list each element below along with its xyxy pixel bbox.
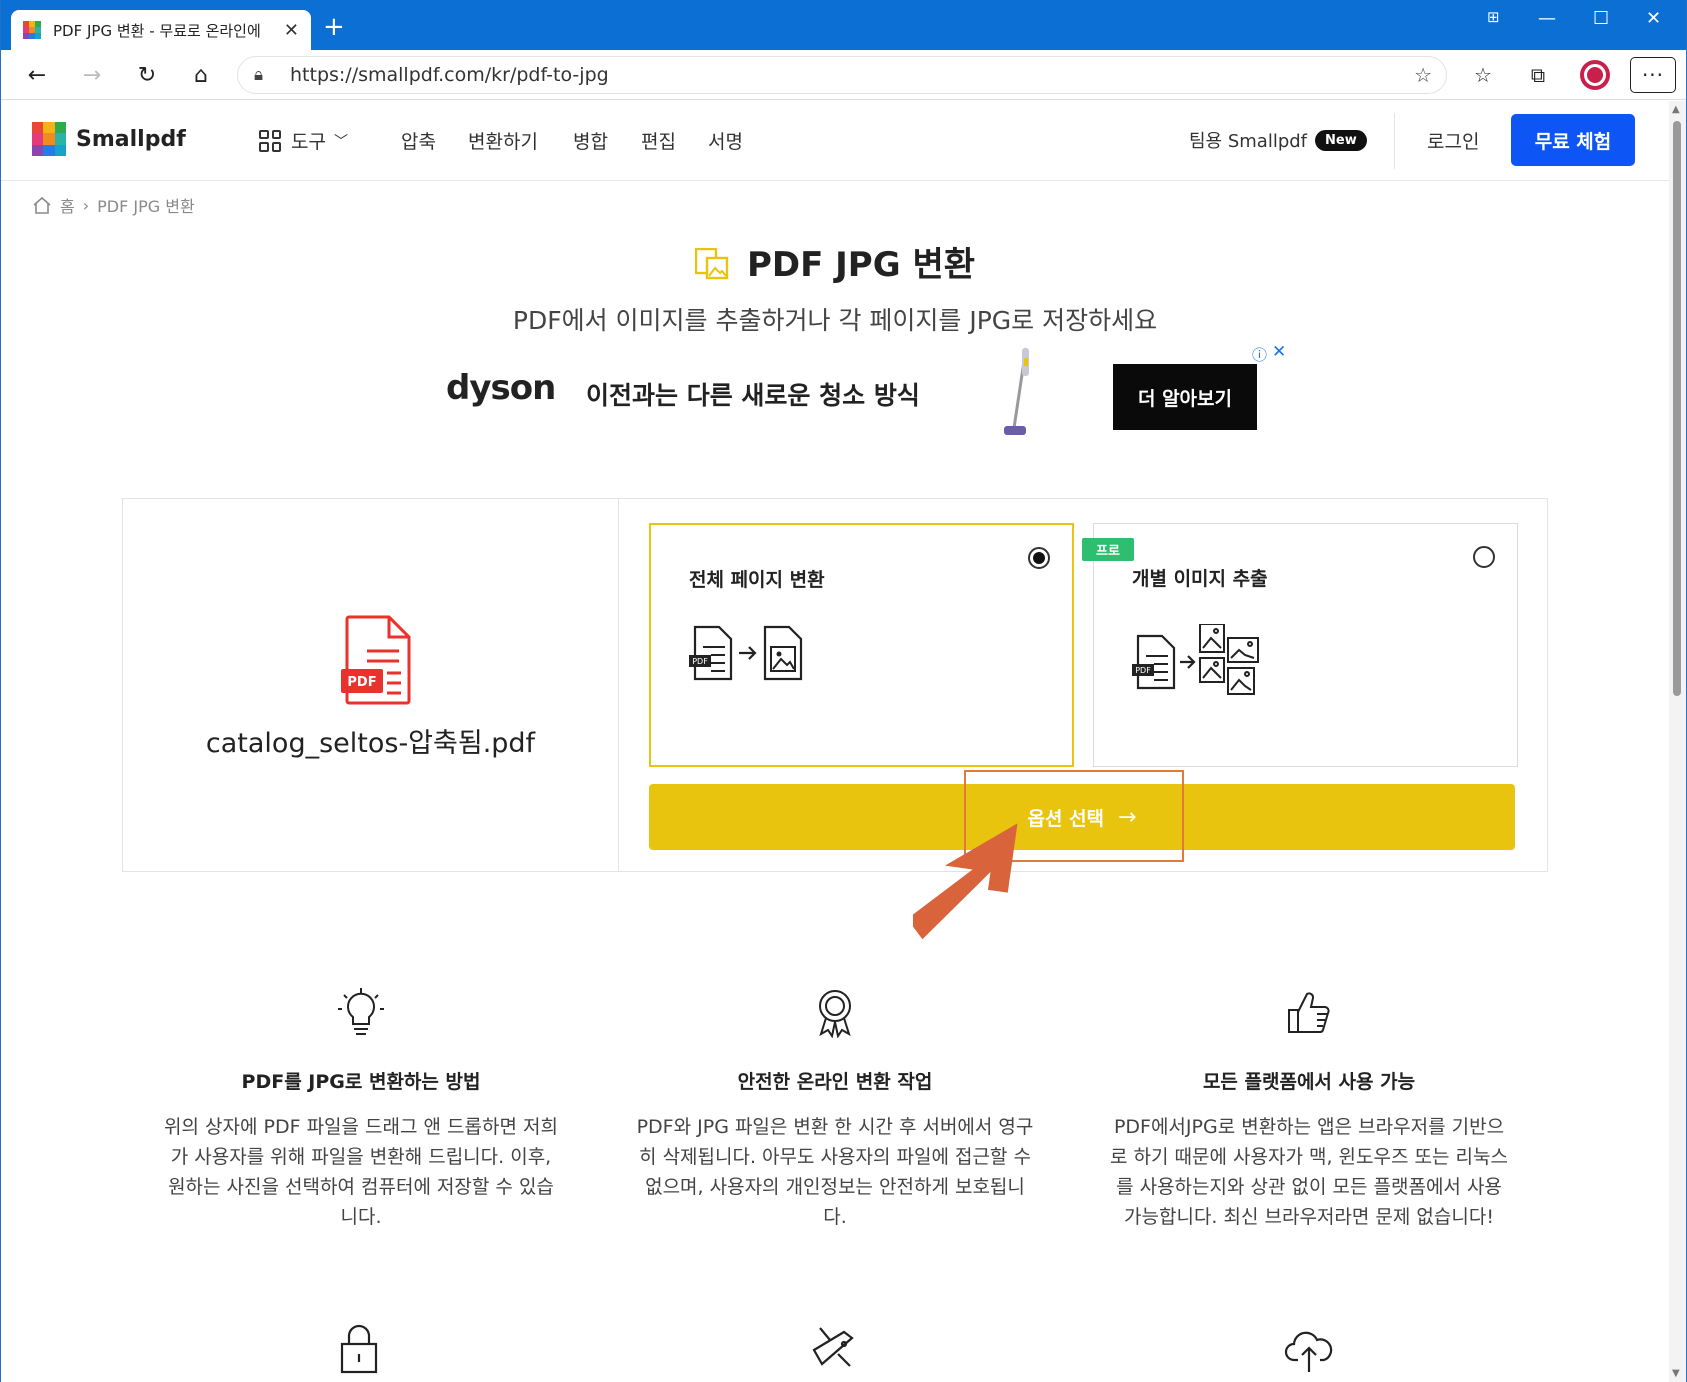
swiss-knife-icon	[812, 1327, 854, 1367]
feature-title: 모든 플랫폼에서 사용 가능	[1202, 1071, 1416, 1093]
more-menu-icon[interactable]: ···	[1630, 57, 1676, 93]
nav-convert[interactable]: 변환하기	[468, 127, 538, 154]
minimize-icon[interactable]: —	[1538, 8, 1556, 29]
page-title: PDF JPG 변환	[1, 237, 1669, 286]
feature-title: PDF를 JPG로 변환하는 방법	[241, 1071, 481, 1093]
logo-mark-icon	[32, 122, 66, 156]
feature-text: PDF에서JPG로 변환하는 앱은 브라우저를 기반으로 하기 때문에 사용자가…	[1110, 1116, 1508, 1228]
ad-info-icon[interactable]: ⓘ	[1252, 344, 1267, 365]
maximize-icon[interactable]: ☐	[1593, 8, 1609, 29]
browser-window: PDF JPG 변환 - 무료로 온라인에 ✕ + ⊞ — ☐ ✕ ← → ↻ …	[0, 0, 1687, 1382]
new-badge: New	[1315, 129, 1367, 151]
pdf-to-image-icon	[694, 248, 729, 280]
tools-label: 도구	[291, 131, 326, 153]
uploaded-filename: catalog_seltos-압축됨.pdf	[205, 728, 536, 759]
collections-icon[interactable]: ⧉	[1522, 60, 1554, 90]
address-bar[interactable]: 🔒︎ https://smallpdf.com/kr/pdf-to-jpg ☆	[237, 56, 1447, 94]
ad-learn-more-button[interactable]: 더 알아보기	[1113, 364, 1257, 430]
panel-divider	[618, 499, 619, 871]
home-icon[interactable]: ⌂	[185, 60, 217, 90]
site-header: Smallpdf 도구 ﹀ 압축 변환하기 병합 편집 서명 팀용 Smallp…	[1, 101, 1669, 181]
breadcrumb-home[interactable]: 홈	[60, 193, 75, 217]
option-radio-selected[interactable]	[1028, 547, 1050, 569]
page-subtitle: PDF에서 이미지를 추출하거나 각 페이지를 JPG로 저장하세요	[512, 306, 1158, 335]
breadcrumb-current: PDF JPG 변환	[97, 197, 195, 216]
add-favorite-icon[interactable]: ☆	[1414, 63, 1432, 87]
award-icon	[819, 990, 851, 1038]
option-convert-all-pages[interactable]: 전체 페이지 변환 PDF	[649, 523, 1074, 767]
forward-icon[interactable]: →	[76, 60, 108, 90]
cloud-upload-icon	[1284, 1331, 1333, 1372]
feature-platforms: 모든 플랫폼에서 사용 가능 PDF에서JPG로 변환하는 앱은 브라우저를 기…	[1109, 987, 1509, 1232]
feature-how-to: PDF를 JPG로 변환하는 방법 위의 상자에 PDF 파일을 드래그 앤 드…	[161, 987, 561, 1232]
nav-edit[interactable]: 편집	[641, 127, 676, 154]
vacuum-product-image	[1004, 347, 1029, 435]
tab-actions-icon[interactable]: ⊞	[1487, 8, 1500, 26]
converter-panel: PDF catalog_seltos-압축됨.pdf 전체 페이지 변환 PDF	[122, 498, 1548, 872]
lightbulb-icon	[338, 988, 384, 1035]
thumbs-up-icon	[1288, 992, 1330, 1033]
favorites-icon[interactable]: ☆	[1467, 60, 1499, 90]
pdf-badge-label: PDF	[347, 675, 376, 690]
url-text: https://smallpdf.com/kr/pdf-to-jpg	[290, 64, 609, 86]
grid-icon	[259, 129, 281, 152]
scrollbar-thumb[interactable]	[1673, 121, 1681, 696]
back-icon[interactable]: ←	[21, 60, 53, 90]
header-divider	[1394, 113, 1395, 169]
page-scrollbar[interactable]: ▲ ▼	[1668, 101, 1686, 1382]
feature-title: 안전한 온라인 변환 작업	[737, 1071, 933, 1093]
nav-compress[interactable]: 압축	[401, 127, 436, 154]
smallpdf-logo[interactable]: Smallpdf	[32, 122, 186, 156]
pdf-file-icon: PDF	[341, 615, 411, 705]
title-bar: PDF JPG 변환 - 무료로 온라인에 ✕ + ⊞ — ☐ ✕	[1, 0, 1686, 50]
lock-icon[interactable]: 🔒︎	[254, 65, 263, 85]
team-link[interactable]: 팀용 Smallpdf New	[1189, 127, 1367, 153]
login-link[interactable]: 로그인	[1427, 127, 1479, 154]
nav-sign[interactable]: 서명	[708, 127, 743, 154]
logo-text: Smallpdf	[76, 126, 186, 152]
feature-text: 위의 상자에 PDF 파일을 드래그 앤 드롭하면 저희가 사용자를 위해 파일…	[164, 1116, 558, 1228]
tab-close-icon[interactable]: ✕	[284, 20, 299, 41]
ad-brand-logo: dyson	[446, 368, 556, 408]
new-tab-icon[interactable]: +	[323, 12, 345, 42]
close-window-icon[interactable]: ✕	[1646, 8, 1661, 29]
feature-secure: 안전한 온라인 변환 작업 PDF와 JPG 파일은 변환 한 시간 후 서버에…	[635, 987, 1035, 1232]
free-trial-button[interactable]: 무료 체험	[1511, 114, 1635, 166]
option-label: 전체 페이지 변환	[689, 569, 825, 591]
reload-icon[interactable]: ↻	[131, 60, 163, 90]
page-title-text: PDF JPG 변환	[746, 245, 976, 285]
home-icon[interactable]	[32, 196, 52, 214]
browser-toolbar: ← → ↻ ⌂ 🔒︎ https://smallpdf.com/kr/pdf-t…	[1, 50, 1686, 100]
extract-images-icon: PDF	[1132, 624, 1259, 695]
option-label: 개별 이미지 추출	[1132, 568, 1268, 590]
ad-slogan: 이전과는 다른 새로운 청소 방식	[586, 381, 920, 410]
scroll-up-icon[interactable]: ▲	[1672, 104, 1680, 115]
team-label: 팀용 Smallpdf	[1189, 131, 1308, 152]
nav-merge[interactable]: 병합	[573, 127, 608, 154]
pro-badge: 프로	[1082, 538, 1134, 561]
scroll-down-icon[interactable]: ▼	[1672, 1368, 1680, 1379]
breadcrumb-separator: ›	[82, 195, 90, 215]
lock-icon	[340, 1324, 378, 1374]
option-radio-unselected[interactable]	[1473, 546, 1495, 568]
advertisement-banner[interactable]: dyson 이전과는 다른 새로운 청소 방식 더 알아보기 ⓘ ✕	[376, 342, 1286, 444]
feature-text: PDF와 JPG 파일은 변환 한 시간 후 서버에서 영구히 삭제됩니다. 아…	[636, 1116, 1034, 1228]
browser-tab[interactable]: PDF JPG 변환 - 무료로 온라인에 ✕	[11, 10, 311, 50]
smallpdf-favicon-icon	[23, 21, 41, 39]
pdf-tag-label: PDF	[1135, 666, 1151, 675]
tools-menu[interactable]: 도구 ﹀	[259, 127, 348, 154]
annotation-arrow-icon	[913, 823, 1018, 940]
option-extract-images[interactable]: 프로 개별 이미지 추출 PDF	[1082, 523, 1518, 767]
chevron-down-icon: ﹀	[333, 133, 348, 150]
tab-title: PDF JPG 변환 - 무료로 온라인에	[53, 21, 261, 40]
convert-pages-icon: PDF	[689, 625, 803, 681]
profile-avatar[interactable]	[1580, 60, 1610, 90]
web-page: Smallpdf 도구 ﹀ 압축 변환하기 병합 편집 서명 팀용 Smallp…	[1, 101, 1669, 1382]
breadcrumb: 홈 › PDF JPG 변환	[32, 193, 195, 217]
pdf-tag-label: PDF	[692, 657, 708, 666]
ad-close-icon[interactable]: ✕	[1272, 342, 1286, 362]
